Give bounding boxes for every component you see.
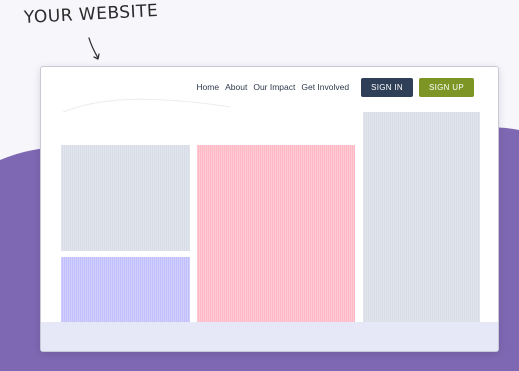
nav-link-get-involved[interactable]: Get Involved <box>301 82 349 92</box>
placeholder-block-center <box>197 145 355 331</box>
nav-link-home[interactable]: Home <box>196 82 219 92</box>
placeholder-block-right <box>363 112 480 331</box>
sign-in-button[interactable]: SIGN IN <box>361 77 413 97</box>
top-navigation: Home About Our Impact Get Involved SIGN … <box>196 77 474 97</box>
footer-band <box>41 322 498 351</box>
nav-link-about[interactable]: About <box>225 82 247 92</box>
hand-drawn-arrow-icon <box>88 37 100 60</box>
placeholder-block-top-left <box>61 145 190 251</box>
website-mockup-window: Home About Our Impact Get Involved SIGN … <box>40 66 499 352</box>
sign-up-button[interactable]: SIGN UP <box>419 77 474 97</box>
nav-link-our-impact[interactable]: Our Impact <box>253 82 295 92</box>
placeholder-block-bottom-left <box>61 257 190 331</box>
